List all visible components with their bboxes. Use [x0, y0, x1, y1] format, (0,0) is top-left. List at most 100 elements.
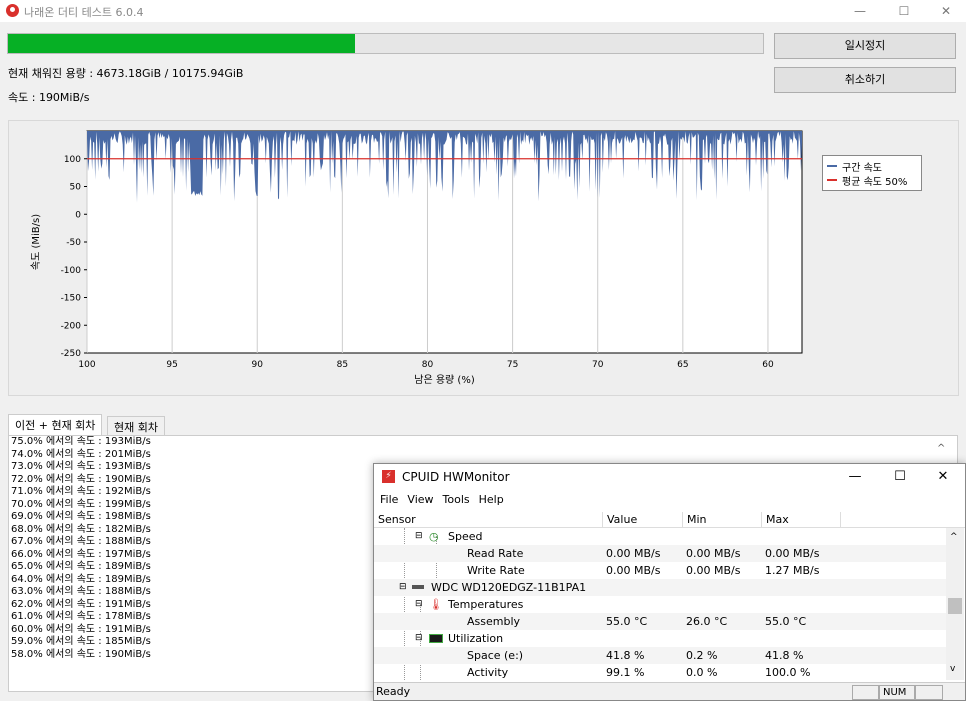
- legend-item-interval-speed: 구간 속도: [827, 159, 917, 174]
- tree-row-space[interactable]: Space (e:) 41.8 % 0.2 % 41.8 %: [374, 647, 946, 664]
- x-tick-label: 90: [252, 360, 264, 370]
- num-lock-indicator: NUM: [879, 685, 915, 700]
- sensor-value: 41.8 %: [606, 649, 645, 662]
- hard-drive-icon: [412, 585, 424, 589]
- title-bar: 나래온 더티 테스트 6.0.4 — ☐ ✕: [0, 0, 966, 22]
- x-tick-label: 85: [337, 360, 348, 370]
- window-title: 나래온 더티 테스트 6.0.4: [24, 6, 144, 19]
- utilization-icon: [429, 634, 443, 643]
- x-tick-label: 80: [422, 360, 434, 370]
- hwmonitor-menu-bar: File View Tools Help: [374, 490, 965, 510]
- x-tick-label: 65: [677, 360, 688, 370]
- sensor-label: Utilization: [448, 632, 504, 645]
- menu-file[interactable]: File: [380, 490, 398, 510]
- sensor-max: 1.27 MB/s: [765, 564, 820, 577]
- minimize-button[interactable]: —: [838, 0, 882, 22]
- tree-row-speed[interactable]: ⊟ ◷ Speed: [374, 528, 946, 545]
- progress-bar: [7, 33, 764, 54]
- hwmonitor-minimize-button[interactable]: —: [832, 466, 878, 488]
- x-tick-label: 75: [507, 360, 518, 370]
- chart-legend: 구간 속도 평균 속도 50%: [822, 155, 922, 191]
- tree-row-assembly[interactable]: Assembly 55.0 °C 26.0 °C 55.0 °C: [374, 613, 946, 630]
- tab-current-round[interactable]: 현재 회차: [107, 416, 165, 436]
- close-button[interactable]: ✕: [924, 0, 966, 22]
- tree-row-drive[interactable]: ⊟ WDC WD120EDGZ-11B1PA1: [374, 579, 946, 596]
- hwmonitor-sensor-tree: ⊟ ◷ Speed Read Rate 0.00 MB/s 0.00 MB/s …: [374, 528, 946, 680]
- hwmonitor-close-button[interactable]: ✕: [920, 466, 966, 488]
- sensor-label: Read Rate: [467, 547, 524, 560]
- thermometer-icon: 🌡: [429, 598, 443, 611]
- x-tick-label: 100: [78, 360, 95, 370]
- legend-label: 구간 속도: [842, 162, 882, 174]
- sensor-label: Space (e:): [467, 649, 524, 662]
- status-indicator: [915, 685, 943, 700]
- tree-row-utilization[interactable]: ⊟ Utilization: [374, 630, 946, 647]
- progress-fill: [8, 34, 355, 53]
- sensor-label: Activity: [467, 666, 509, 679]
- sensor-max: 41.8 %: [765, 649, 804, 662]
- menu-help[interactable]: Help: [479, 490, 504, 510]
- hwmonitor-scrollbar[interactable]: ^ v: [946, 528, 964, 680]
- y-tick-label: 100: [64, 155, 81, 165]
- tree-row-temperatures[interactable]: ⊟ 🌡 Temperatures: [374, 596, 946, 613]
- sensor-label: Speed: [448, 530, 483, 543]
- speed-chart-panel: 100 95 90 85 80 75 70 65 60 100 50 0 -50 -100 -150 -200…: [8, 120, 959, 396]
- column-value[interactable]: Value: [603, 512, 683, 528]
- app-logo-icon: [6, 4, 19, 17]
- y-tick-label: -150: [61, 294, 82, 304]
- sensor-max: 100.0 %: [765, 666, 811, 679]
- hwmonitor-maximize-button[interactable]: ☐: [877, 466, 923, 488]
- collapse-icon[interactable]: ⊟: [415, 596, 423, 613]
- y-tick-label: 50: [70, 183, 82, 193]
- legend-swatch: [827, 179, 837, 181]
- sensor-label: WDC WD120EDGZ-11B1PA1: [431, 581, 587, 594]
- x-tick-label: 95: [166, 360, 177, 370]
- log-line: 74.0% 에서의 속도 : 201MiB/s: [11, 448, 151, 460]
- hwmonitor-title-bar: ⚡ CPUID HWMonitor — ☐ ✕: [374, 464, 965, 490]
- sensor-value: 0.00 MB/s: [606, 547, 661, 560]
- maximize-button[interactable]: ☐: [882, 0, 926, 22]
- sensor-min: 0.00 MB/s: [686, 564, 741, 577]
- legend-item-average-speed: 평균 속도 50%: [827, 173, 917, 188]
- hwmonitor-title: CPUID HWMonitor: [402, 470, 510, 484]
- collapse-icon[interactable]: ⊟: [399, 579, 407, 596]
- tree-row-read-rate[interactable]: Read Rate 0.00 MB/s 0.00 MB/s 0.00 MB/s: [374, 545, 946, 562]
- tree-row-activity[interactable]: Activity 99.1 % 0.0 % 100.0 %: [374, 664, 946, 680]
- sensor-max: 55.0 °C: [765, 615, 807, 628]
- gauge-icon: ◷: [429, 530, 439, 543]
- status-indicator: [852, 685, 879, 700]
- column-sensor[interactable]: Sensor: [374, 512, 603, 528]
- pause-button[interactable]: 일시정지: [774, 33, 956, 59]
- scroll-up-icon[interactable]: ^: [937, 443, 945, 454]
- sensor-max: 0.00 MB/s: [765, 547, 820, 560]
- collapse-icon[interactable]: ⊟: [415, 630, 423, 647]
- sensor-value: 0.00 MB/s: [606, 564, 661, 577]
- hwmonitor-window: ⚡ CPUID HWMonitor — ☐ ✕ File View Tools …: [373, 463, 966, 701]
- sensor-label: Assembly: [467, 615, 521, 628]
- y-tick-label: -100: [61, 266, 82, 276]
- column-max[interactable]: Max: [762, 512, 841, 528]
- hwmonitor-logo-icon: ⚡: [382, 470, 395, 483]
- tree-row-write-rate[interactable]: Write Rate 0.00 MB/s 0.00 MB/s 1.27 MB/s: [374, 562, 946, 579]
- tab-all-rounds[interactable]: 이전 + 현재 회차: [8, 414, 103, 436]
- scroll-up-icon[interactable]: ^: [950, 532, 958, 542]
- y-tick-label: -50: [66, 238, 81, 248]
- x-tick-label: 70: [592, 360, 604, 370]
- menu-tools[interactable]: Tools: [443, 490, 470, 510]
- speed-text: 속도 : 190MiB/s: [8, 91, 90, 104]
- sensor-min: 0.0 %: [686, 666, 718, 679]
- cancel-button[interactable]: 취소하기: [774, 67, 956, 93]
- scrollbar-thumb[interactable]: [948, 598, 962, 614]
- sensor-value: 55.0 °C: [606, 615, 648, 628]
- collapse-icon[interactable]: ⊟: [415, 528, 423, 545]
- scroll-down-icon[interactable]: v: [950, 664, 955, 674]
- speed-chart: 100 95 90 85 80 75 70 65 60 100 50 0 -50 -100 -150 -200…: [30, 130, 803, 386]
- status-text: Ready: [376, 685, 411, 698]
- column-min[interactable]: Min: [683, 512, 762, 528]
- log-line: 75.0% 에서의 속도 : 193MiB/s: [11, 436, 151, 447]
- legend-swatch: [827, 165, 837, 167]
- y-axis-label: 속도 (MiB/s): [30, 214, 42, 270]
- menu-view[interactable]: View: [407, 490, 433, 510]
- sensor-min: 0.2 %: [686, 649, 718, 662]
- hwmonitor-column-header: Sensor Value Min Max: [374, 512, 965, 528]
